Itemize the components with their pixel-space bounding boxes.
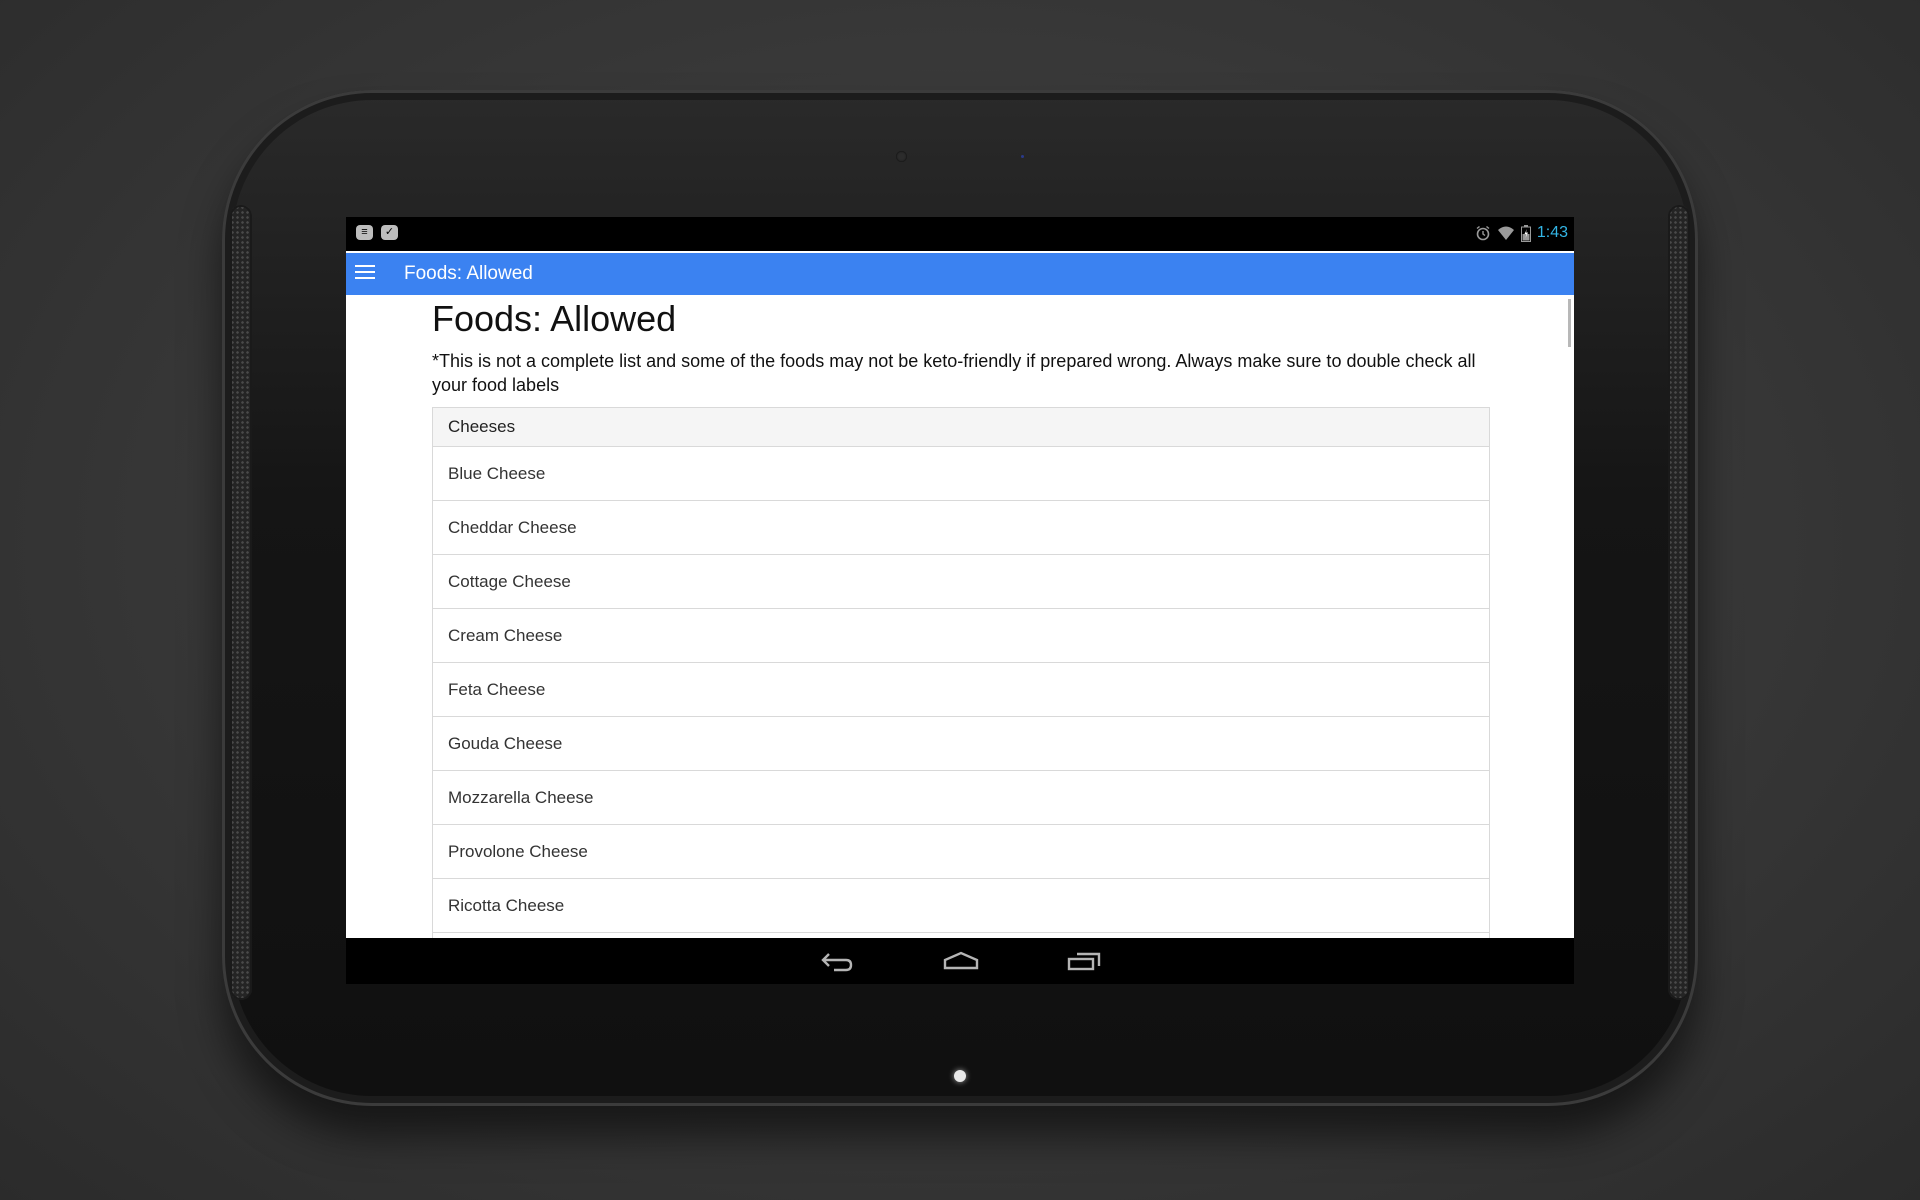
- alarm-icon: [1476, 225, 1490, 241]
- table-row[interactable]: Feta Cheese: [433, 663, 1489, 717]
- table-row[interactable]: Cheddar Cheese: [433, 501, 1489, 555]
- system-status-icons: 1:43: [1475, 223, 1568, 243]
- table-row[interactable]: Gouda Cheese: [433, 717, 1489, 771]
- wifi-icon: [1497, 226, 1514, 240]
- table-row[interactable]: Ricotta Cheese: [433, 879, 1489, 933]
- disclaimer-text: *This is not a complete list and some of…: [432, 351, 1476, 395]
- page-title: Foods: Allowed: [432, 298, 677, 339]
- system-navigation-bar: [346, 938, 1574, 984]
- left-speaker-grille: [230, 205, 252, 1000]
- table-row[interactable]: Provolone Cheese: [433, 825, 1489, 879]
- status-clock: 1:43: [1536, 224, 1568, 241]
- check-notification-icon: ✓: [381, 225, 398, 240]
- notification-icons: ≡ ✓: [356, 225, 398, 240]
- back-icon[interactable]: [820, 948, 854, 979]
- app-bar-title: Foods: Allowed: [404, 263, 533, 284]
- status-bar: ≡ ✓ 1:43: [346, 217, 1574, 251]
- chat-notification-icon: ≡: [356, 225, 373, 240]
- foods-table: Cheeses Blue Cheese Cheddar Cheese Cotta…: [432, 407, 1490, 984]
- scrollbar-thumb[interactable]: [1568, 299, 1571, 347]
- light-sensor: [1021, 155, 1024, 158]
- right-speaker-grille: [1668, 205, 1690, 1000]
- table-row[interactable]: Cottage Cheese: [433, 555, 1489, 609]
- page-content: Foods: Allowed *This is not a complete l…: [432, 295, 1490, 984]
- notification-led: [954, 1070, 966, 1082]
- battery-icon: [1520, 224, 1531, 242]
- front-camera: [896, 151, 907, 162]
- recent-apps-icon[interactable]: [1067, 948, 1101, 979]
- app-bar: Foods: Allowed: [346, 253, 1574, 295]
- table-row[interactable]: Cream Cheese: [433, 609, 1489, 663]
- table-row[interactable]: Blue Cheese: [433, 447, 1489, 501]
- home-icon[interactable]: [943, 948, 979, 979]
- hamburger-menu-icon[interactable]: [355, 265, 375, 283]
- table-row[interactable]: Mozzarella Cheese: [433, 771, 1489, 825]
- table-header-cheeses: Cheeses: [433, 408, 1489, 447]
- device-screen: ≡ ✓ 1:43 Foods: Allowed Foods: Allowed *…: [346, 217, 1574, 984]
